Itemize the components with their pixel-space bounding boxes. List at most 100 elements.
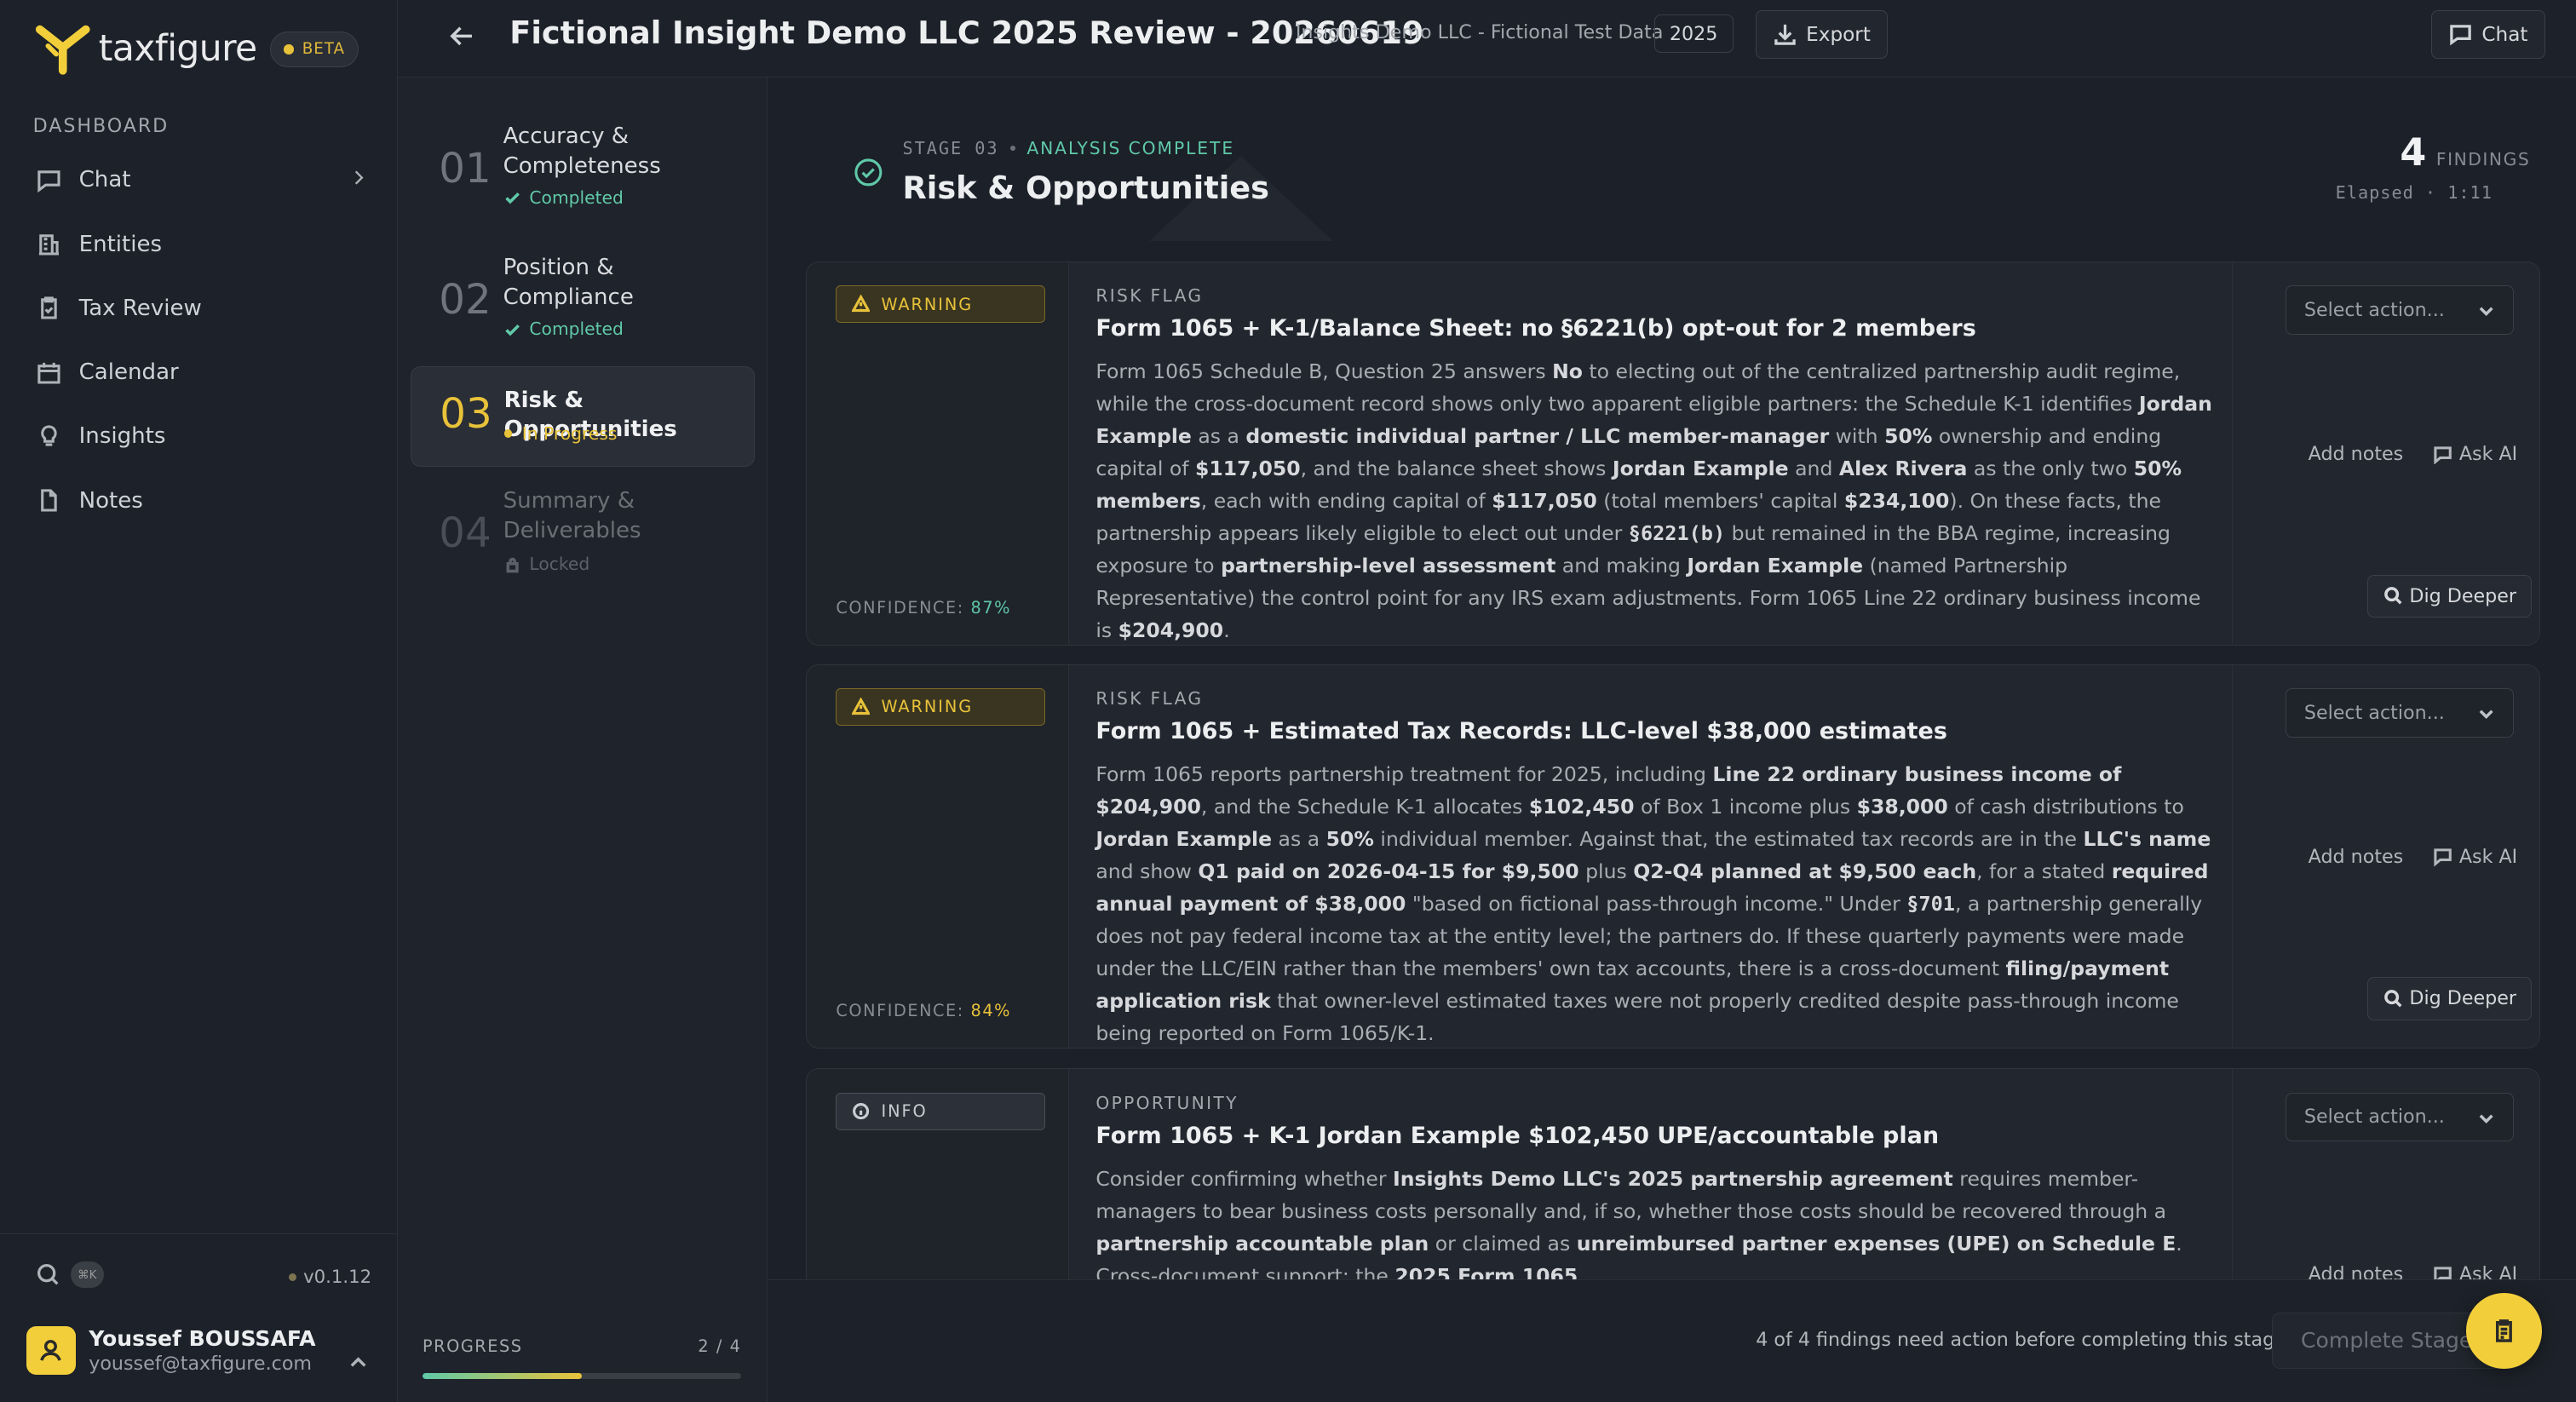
findings-count: 4 FINDINGS [2400, 131, 2530, 175]
export-button[interactable]: Export [1756, 9, 1889, 60]
stage-number: 04 [439, 509, 492, 558]
chat-icon [37, 170, 61, 192]
version-dot [288, 1273, 297, 1282]
building-icon [39, 234, 60, 256]
finding-text: Form 1065 Schedule B, Question 25 answer… [1095, 359, 2212, 643]
findings-label: FINDINGS [2435, 149, 2531, 170]
stage-number: 01 [439, 144, 492, 192]
stage-status-label: Locked [529, 554, 590, 575]
check-icon [504, 192, 520, 204]
sidebar-item-tax-review[interactable]: Tax Review [20, 276, 384, 340]
search-shortcut[interactable]: ⌘K [36, 1261, 104, 1289]
beta-label: BETA [302, 40, 346, 59]
warning-badge: WARNING [836, 284, 1045, 324]
warning-badge: WARNING [836, 687, 1045, 727]
confidence-value: 84% [970, 1000, 1012, 1020]
note-actions: Add notes Ask AI [2309, 443, 2518, 465]
sidebar-footer: ⌘K v0.1.12 Youssef BOUSSAFA youssef@taxf… [0, 1232, 399, 1402]
select-placeholder: Select action... [2303, 298, 2445, 321]
action-select[interactable]: Select action... [2285, 687, 2514, 738]
dig-deeper-button[interactable]: Dig Deeper [2367, 977, 2533, 1020]
emphasis: partnership-level assessment [1221, 553, 1556, 577]
dig-deeper-label: Dig Deeper [2409, 987, 2517, 1010]
emphasis: $204,900 [1118, 618, 1224, 643]
stage-status: Completed [503, 319, 624, 339]
complete-stage-label: Complete Stage [2301, 1328, 2473, 1353]
lock-icon [506, 557, 519, 573]
search-icon [2383, 990, 2402, 1008]
stage-footer: 4 of 4 findings need action before compl… [768, 1278, 2576, 1402]
confidence: CONFIDENCE: 84% [836, 1001, 1011, 1020]
finding-text: Consider confirming whether Insights Dem… [1095, 1163, 2222, 1279]
sidebar-item-label: Chat [78, 167, 131, 193]
badge-label: WARNING [881, 294, 974, 314]
export-label: Export [1806, 23, 1871, 46]
shortcut-key: ⌘K [70, 1261, 104, 1289]
chat-button[interactable]: Chat [2431, 9, 2545, 60]
finding-title: Form 1065 + K-1 Jordan Example $102,450 … [1095, 1123, 1940, 1150]
sidebar-item-label: Calendar [78, 359, 179, 386]
clipboard-fab[interactable] [2465, 1292, 2542, 1369]
user-icon [40, 1340, 62, 1361]
emphasis: 2025 Form 1065 [1394, 1263, 1578, 1279]
year-chip: 2025 [1653, 14, 1734, 53]
action-select[interactable]: Select action... [2285, 284, 2514, 335]
findings-number: 4 [2400, 131, 2427, 175]
emphasis: $234,100 [1843, 488, 1950, 513]
ask-ai-button[interactable]: Ask AI [2433, 1263, 2518, 1279]
ask-ai-button[interactable]: Ask AI [2433, 846, 2517, 868]
add-notes-link[interactable]: Add notes [2309, 846, 2404, 868]
emphasis: $117,050 [1195, 456, 1301, 480]
user-menu-toggle[interactable] [348, 1349, 368, 1380]
lightbulb-icon [41, 425, 58, 446]
sidebar-item-chat[interactable]: Chat [20, 148, 384, 212]
page-title: Fictional Insight Demo LLC 2025 Review -… [509, 14, 1424, 52]
user-info: Youssef BOUSSAFA youssef@taxfigure.com [89, 1326, 315, 1375]
info-badge: INFO [836, 1092, 1045, 1130]
emphasis: $102,450 [1528, 794, 1635, 819]
elapsed-time: Elapsed · 1:11 [2335, 182, 2493, 204]
finding-text: Form 1065 reports partnership treatment … [1095, 761, 2211, 1045]
sidebar-item-entities[interactable]: Entities [20, 212, 384, 276]
confidence-label: CONFIDENCE: [836, 1000, 964, 1020]
user-profile[interactable]: Youssef BOUSSAFA youssef@taxfigure.com [26, 1325, 316, 1376]
add-notes-link[interactable]: Add notes [2309, 1263, 2404, 1278]
code-reference: §6221(b) [1628, 520, 1726, 545]
chat-icon [2450, 25, 2471, 46]
info-icon [852, 1103, 869, 1120]
ask-ai-label: Ask AI [2458, 1263, 2518, 1279]
add-notes-link[interactable]: Add notes [2309, 443, 2404, 465]
emphasis: Insights Demo LLC's 2025 partnership agr… [1392, 1166, 1953, 1191]
back-arrow-icon[interactable] [447, 21, 477, 51]
finding-meta: INFO [806, 1069, 1070, 1279]
chat-icon [2434, 1266, 2452, 1279]
stage-item-01[interactable]: 01 Accuracy & Completeness Completed [411, 112, 754, 227]
analysis-status: ANALYSIS COMPLETE [1026, 138, 1235, 159]
action-select[interactable]: Select action... [2285, 1092, 2514, 1142]
progress-count: 2 / 4 [698, 1336, 742, 1357]
warning-icon [851, 295, 870, 313]
dig-deeper-button[interactable]: Dig Deeper [2367, 574, 2533, 618]
ask-ai-label: Ask AI [2458, 846, 2518, 868]
stage-status-label: Completed [529, 319, 624, 340]
stage-status-label: Completed [529, 187, 624, 208]
finding-card: WARNING CONFIDENCE: 84% RISK FLAG Form 1… [805, 664, 2540, 1049]
sidebar-item-calendar[interactable]: Calendar [20, 340, 384, 404]
emphasis: $38,000 [1856, 794, 1948, 819]
emphasis: Jordan Example [1095, 826, 1273, 851]
ask-ai-button[interactable]: Ask AI [2433, 443, 2517, 465]
chat-label: Chat [2481, 23, 2528, 46]
check-icon [504, 324, 520, 336]
separator-dot [1010, 146, 1015, 151]
finding-meta: WARNING CONFIDENCE: 84% [806, 664, 1070, 1049]
select-placeholder: Select action... [2303, 701, 2445, 724]
chevron-up-icon [350, 1357, 366, 1368]
sidebar-item-notes[interactable]: Notes [20, 468, 384, 532]
stage-item-03[interactable]: 03 Risk & Opportunities In Progress [411, 366, 755, 468]
finding-actions: Select action... Add notes Ask AI Dig De… [2231, 261, 2539, 646]
stage-number: 03 [440, 390, 492, 439]
stage-item-02[interactable]: 02 Position & Compliance Completed [411, 244, 754, 359]
sidebar-item-insights[interactable]: Insights [20, 405, 384, 468]
sidebar-item-label: Notes [78, 487, 143, 514]
top-bar: Fictional Insight Demo LLC 2025 Review -… [398, 0, 2576, 78]
